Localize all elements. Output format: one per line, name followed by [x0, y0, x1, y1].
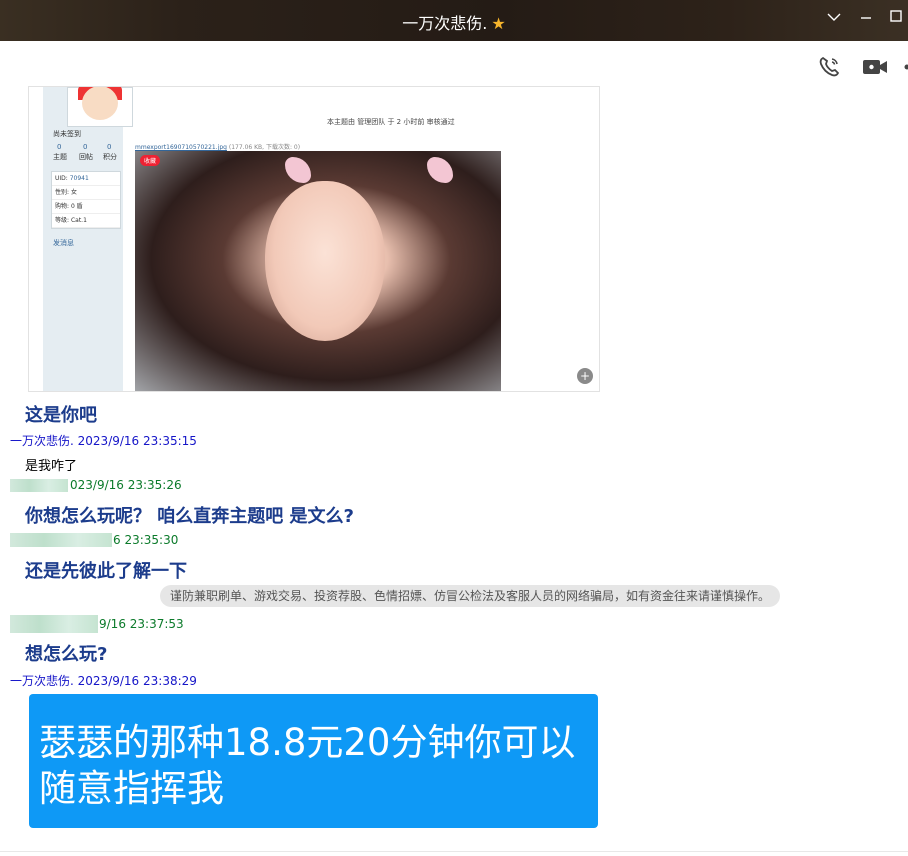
- chat-message: 你想怎么玩呢？ 咱么直奔主题吧 是文么?: [25, 506, 354, 527]
- chat-message: 还是先彼此了解一下: [25, 561, 187, 582]
- stat-value: 0: [107, 143, 112, 151]
- attachment-link: mmexport1690710570221.jpg (177.06 KB, 下载…: [135, 144, 301, 151]
- message-meta: 一万次悲伤. 2023/9/16 23:35:15: [10, 434, 197, 448]
- stat-value: 0: [83, 143, 88, 151]
- title-bar: 一万次悲伤. ★: [0, 0, 908, 41]
- stat-label: 回帖: [79, 153, 93, 161]
- blurred-sender: [10, 479, 68, 492]
- contact-name: 一万次悲伤.: [402, 14, 488, 33]
- security-notice: 谨防兼职刷单、游戏交易、投资荐股、色情招嫖、仿冒公检法及客服人员的网络骗局，如有…: [160, 585, 780, 607]
- sign-status: 尚未签到: [53, 130, 81, 138]
- chevron-down-icon[interactable]: [824, 10, 844, 26]
- collect-badge: 收藏: [140, 155, 161, 166]
- blurred-sender: [10, 533, 112, 547]
- chat-message: 这是你吧: [25, 405, 97, 426]
- review-note: 本主题由 管理团队 于 2 小时前 审核通过: [327, 118, 455, 126]
- avatar: [67, 87, 133, 127]
- zoom-in-icon[interactable]: +: [577, 368, 593, 384]
- image-message[interactable]: 瑟瑟的那种18.8元20分钟你可以 随意指挥我: [29, 694, 598, 828]
- message-time: 9/16 23:37:53: [99, 617, 184, 631]
- message-meta: 一万次悲伤. 2023/9/16 23:38:29: [10, 674, 197, 688]
- stat-value: 0: [57, 143, 62, 151]
- image-text-line: 瑟瑟的那种18.8元20分钟你可以: [39, 721, 576, 764]
- forum-user-sidebar: 尚未签到 0 主题 0 回帖 0 积分 UID: 70941 性别: 女 购物:…: [43, 87, 133, 391]
- voice-call-icon[interactable]: [818, 56, 844, 78]
- more-icon[interactable]: [902, 56, 908, 78]
- chat-message: 想怎么玩?: [25, 644, 108, 665]
- message-time: 6 23:35:30: [113, 533, 179, 547]
- chat-message: 是我咋了: [25, 459, 78, 474]
- stat-label: 积分: [103, 153, 117, 161]
- forum-screenshot-image[interactable]: 尚未签到 0 主题 0 回帖 0 积分 UID: 70941 性别: 女 购物:…: [28, 86, 600, 392]
- image-text-line: 随意指挥我: [39, 767, 224, 810]
- stat-label: 主题: [53, 153, 67, 161]
- blurred-sender: [10, 615, 98, 633]
- profile-photo: 收藏: [135, 151, 501, 391]
- input-divider: [0, 851, 908, 852]
- star-icon: ★: [491, 14, 506, 33]
- window-title: 一万次悲伤. ★: [0, 10, 908, 34]
- maximize-icon[interactable]: [886, 10, 906, 26]
- send-message-link: 发消息: [53, 239, 74, 247]
- video-call-icon[interactable]: [862, 56, 888, 78]
- user-info-box: UID: 70941 性别: 女 购物: 0 盾 等级: Cat.1: [51, 171, 121, 229]
- message-time: 023/9/16 23:35:26: [70, 478, 182, 492]
- minimize-icon[interactable]: [856, 10, 876, 26]
